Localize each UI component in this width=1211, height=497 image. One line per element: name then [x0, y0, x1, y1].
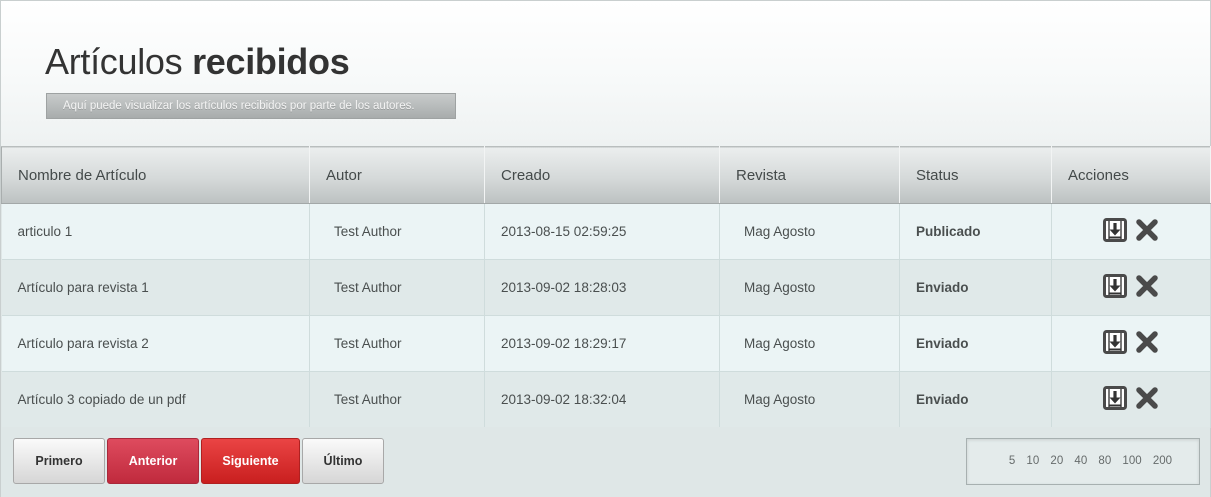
- table-row[interactable]: Artículo para revista 2 Test Author 2013-0…: [1, 315, 1211, 372]
- cell-actions: [1051, 315, 1211, 372]
- page-size-option[interactable]: 40: [1074, 455, 1087, 467]
- cell-actions: [1051, 203, 1211, 260]
- download-icon[interactable]: [1103, 386, 1127, 413]
- pagination-bar: Primero Anterior Siguiente Último 5 10 2…: [1, 427, 1210, 497]
- cell-article-name: Artículo para revista 1: [1, 259, 310, 316]
- column-header-created[interactable]: Creado: [484, 146, 720, 204]
- cell-article-name: Artículo 3 copiado de un pdf: [1, 371, 310, 428]
- cell-created: 2013-09-02 18:28:03: [484, 259, 720, 316]
- page-title-light: Artículos: [45, 41, 183, 82]
- page-size-option[interactable]: 200: [1153, 455, 1172, 467]
- page-subtitle: Aquí puede visualizar los artículos reci…: [46, 93, 456, 119]
- next-page-button[interactable]: Siguiente: [201, 438, 300, 484]
- cell-created: 2013-08-15 02:59:25: [484, 203, 720, 260]
- delete-icon[interactable]: [1135, 274, 1159, 301]
- page-size-selector: 5 10 20 40 80 100 200: [966, 438, 1200, 485]
- download-icon[interactable]: [1103, 274, 1127, 301]
- previous-page-button[interactable]: Anterior: [107, 438, 199, 484]
- page-header: Artículos recibidos Aquí puede visualiza…: [1, 1, 1210, 146]
- cell-author: Test Author: [309, 259, 485, 316]
- cell-status: Enviado: [899, 315, 1052, 372]
- download-icon[interactable]: [1103, 218, 1127, 245]
- delete-icon[interactable]: [1135, 386, 1159, 413]
- cell-actions: [1051, 371, 1211, 428]
- cell-author: Test Author: [309, 315, 485, 372]
- table-row[interactable]: articulo 1 Test Author 2013-08-15 02:59:25…: [1, 203, 1211, 260]
- page-size-option[interactable]: 80: [1098, 455, 1111, 467]
- page-title-bold: recibidos: [192, 41, 350, 82]
- table-header-row: Nombre de Artículo Autor Creado Revista …: [1, 146, 1211, 204]
- column-header-author[interactable]: Autor: [309, 146, 485, 204]
- cell-status: Enviado: [899, 259, 1052, 316]
- column-header-name[interactable]: Nombre de Artículo: [1, 146, 310, 204]
- first-page-button[interactable]: Primero: [13, 438, 105, 484]
- table-row[interactable]: Artículo 3 copiado de un pdf Test Author 2…: [1, 371, 1211, 428]
- column-header-status[interactable]: Status: [899, 146, 1052, 204]
- delete-icon[interactable]: [1135, 330, 1159, 357]
- table-row[interactable]: Artículo para revista 1 Test Author 2013-0…: [1, 259, 1211, 316]
- cell-created: 2013-09-02 18:29:17: [484, 315, 720, 372]
- cell-magazine: Mag Agosto: [719, 203, 900, 260]
- cell-magazine: Mag Agosto: [719, 315, 900, 372]
- last-page-button[interactable]: Último: [302, 438, 384, 484]
- cell-status: Publicado: [899, 203, 1052, 260]
- page-size-option[interactable]: 100: [1122, 455, 1141, 467]
- cell-author: Test Author: [309, 371, 485, 428]
- cell-article-name: articulo 1: [1, 203, 310, 260]
- download-icon[interactable]: [1103, 330, 1127, 357]
- page-size-option[interactable]: 20: [1050, 455, 1063, 467]
- page-size-option[interactable]: 5: [1009, 455, 1015, 467]
- cell-status: Enviado: [899, 371, 1052, 428]
- articles-table: Nombre de Artículo Autor Creado Revista …: [1, 146, 1211, 428]
- cell-magazine: Mag Agosto: [719, 259, 900, 316]
- page-size-option[interactable]: 10: [1026, 455, 1039, 467]
- column-header-actions: Acciones: [1051, 146, 1211, 204]
- cell-actions: [1051, 259, 1211, 316]
- cell-magazine: Mag Agosto: [719, 371, 900, 428]
- cell-created: 2013-09-02 18:32:04: [484, 371, 720, 428]
- page-title: Artículos recibidos: [45, 41, 350, 83]
- cell-author: Test Author: [309, 203, 485, 260]
- column-header-magazine[interactable]: Revista: [719, 146, 900, 204]
- cell-article-name: Artículo para revista 2: [1, 315, 310, 372]
- content-frame: Artículos recibidos Aquí puede visualiza…: [0, 0, 1211, 497]
- delete-icon[interactable]: [1135, 218, 1159, 245]
